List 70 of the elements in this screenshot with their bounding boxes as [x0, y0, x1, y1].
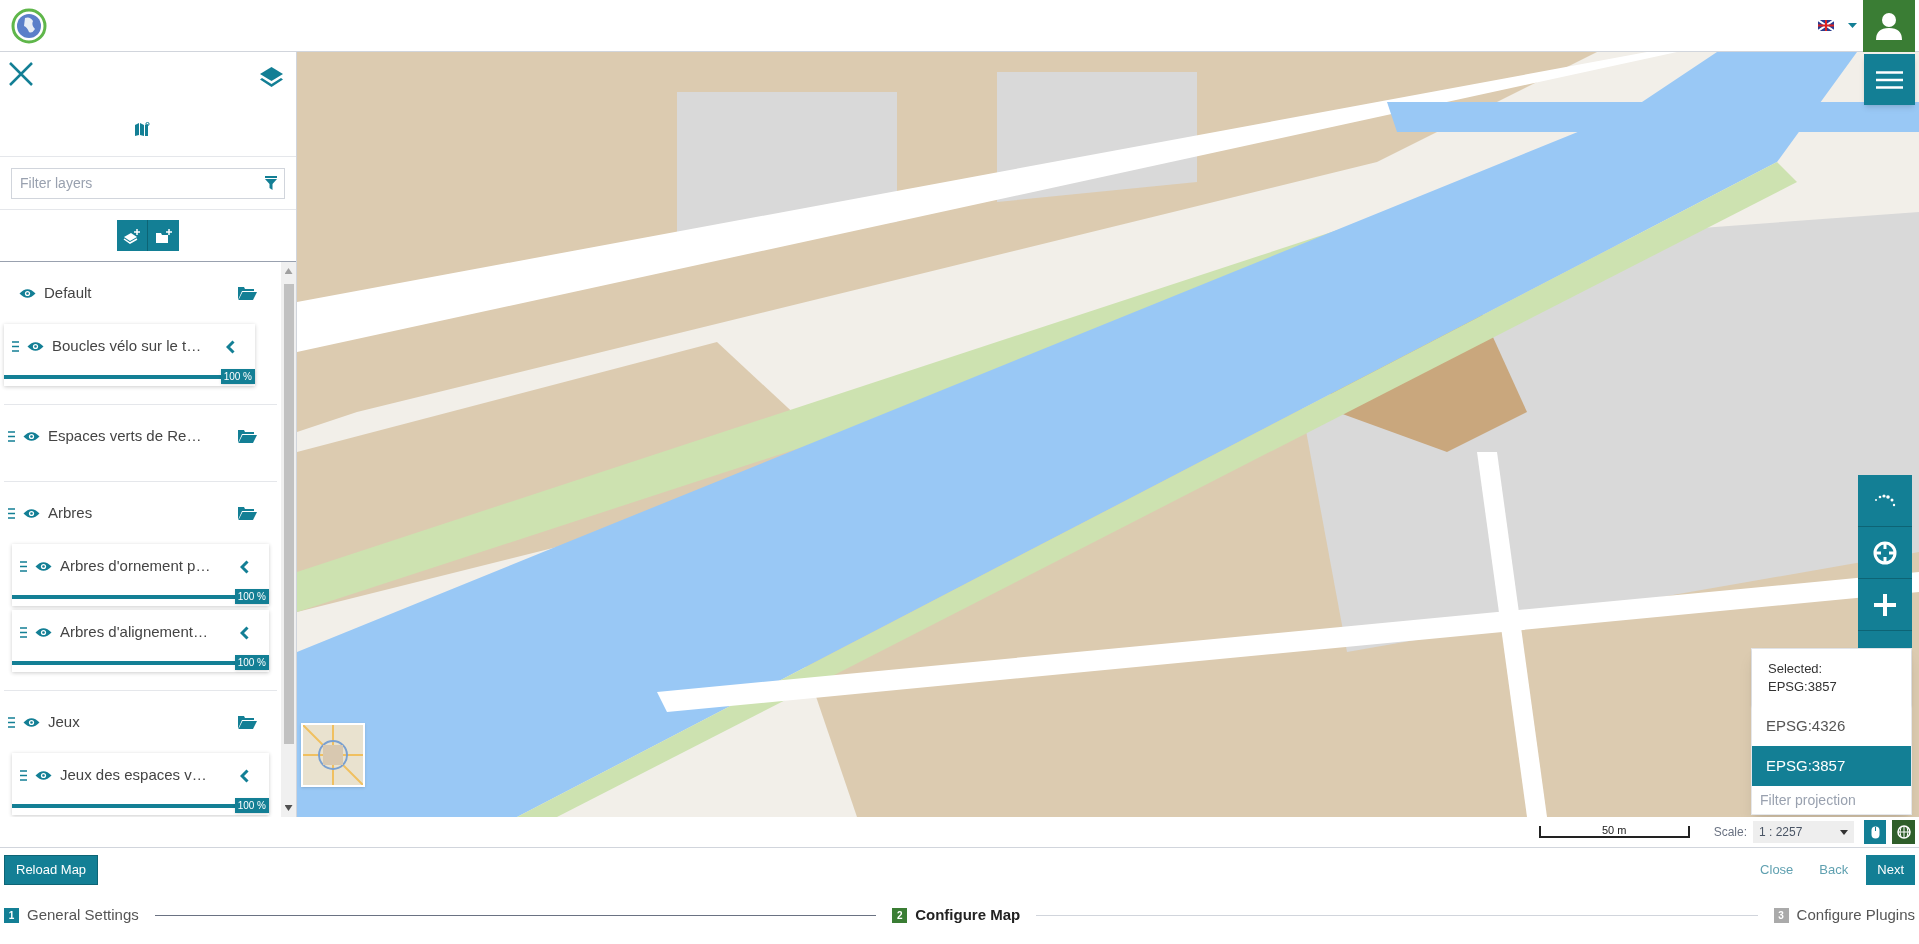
eye-icon[interactable]	[23, 716, 40, 728]
globe-button[interactable]	[1892, 820, 1915, 844]
folder-icon[interactable]	[238, 286, 257, 300]
drag-handle-icon[interactable]	[8, 430, 15, 442]
folder-icon[interactable]	[238, 715, 257, 729]
drag-handle-icon[interactable]	[8, 716, 15, 728]
eye-icon[interactable]	[27, 341, 44, 352]
scale-label: Scale:	[1713, 824, 1747, 841]
opacity-badge: 100 %	[220, 369, 255, 384]
folder-icon[interactable]	[238, 506, 257, 520]
mouse-icon	[1870, 825, 1880, 839]
chevron-left-icon[interactable]	[240, 625, 249, 640]
reload-map-button[interactable]: Reload Map	[4, 855, 99, 885]
user-icon	[1874, 10, 1904, 41]
scrollbar[interactable]	[281, 262, 296, 817]
eye-icon[interactable]	[35, 627, 52, 638]
opacity-slider[interactable]	[12, 660, 235, 665]
layers-icon[interactable]	[259, 65, 284, 89]
eye-icon[interactable]	[23, 507, 40, 519]
opacity-badge: 100 %	[234, 589, 269, 604]
add-layer-button[interactable]	[117, 220, 148, 251]
layer-label[interactable]: Boucles vélo sur le t…	[52, 335, 202, 358]
flag-icon[interactable]	[1818, 20, 1834, 31]
step-number: 1	[4, 907, 19, 923]
chevron-left-icon[interactable]	[240, 768, 249, 783]
caret-icon	[1840, 829, 1848, 835]
filter-icon[interactable]	[265, 175, 277, 190]
user-button[interactable]	[1863, 0, 1915, 52]
close-icon[interactable]	[9, 62, 33, 86]
scale-select[interactable]: 1 : 2257	[1753, 821, 1854, 843]
step-number: 2	[892, 907, 908, 923]
drag-handle-icon[interactable]	[20, 561, 27, 572]
layer-group-label[interactable]: Espaces verts de Re…	[48, 424, 202, 448]
mouse-button[interactable]	[1864, 820, 1886, 844]
add-group-button[interactable]	[148, 220, 179, 251]
opacity-slider[interactable]	[4, 374, 221, 379]
caret-icon[interactable]	[1848, 23, 1857, 28]
layer-group-label[interactable]: Default	[44, 281, 92, 305]
drag-handle-icon[interactable]	[12, 341, 19, 352]
eye-icon[interactable]	[35, 561, 52, 572]
drag-handle-icon[interactable]	[20, 770, 27, 781]
layer-label[interactable]: Arbres d'alignement…	[60, 621, 208, 644]
drag-handle-icon[interactable]	[8, 507, 15, 519]
folder-icon[interactable]	[238, 429, 257, 443]
chevron-left-icon[interactable]	[240, 559, 249, 574]
drag-handle-icon[interactable]	[20, 627, 27, 638]
chevron-left-icon[interactable]	[226, 339, 235, 354]
step-label[interactable]: General Settings	[27, 903, 139, 927]
globe-logo-icon[interactable]	[11, 7, 47, 44]
eye-icon[interactable]	[19, 287, 36, 299]
globe-icon	[1896, 825, 1911, 839]
add-folder-icon	[154, 227, 173, 244]
layer-label[interactable]: Jeux des espaces v…	[60, 764, 207, 787]
step-label[interactable]: Configure Plugins	[1796, 903, 1915, 927]
opacity-badge: 100 %	[234, 798, 269, 813]
map-icon[interactable]	[135, 122, 150, 136]
step-label[interactable]: Configure Map	[915, 903, 1021, 927]
opacity-badge: 100 %	[234, 655, 269, 670]
add-layer-icon	[123, 227, 141, 244]
layer-group-label[interactable]: Arbres	[48, 501, 93, 525]
layer-group-label[interactable]: Jeux	[48, 710, 80, 734]
eye-icon[interactable]	[35, 770, 52, 781]
next-button[interactable]: Next	[1866, 855, 1915, 885]
filter-layers-field[interactable]: Filter layers	[11, 167, 285, 199]
opacity-slider[interactable]	[12, 803, 235, 808]
opacity-slider[interactable]	[12, 594, 235, 599]
layer-label[interactable]: Arbres d'ornement p…	[60, 555, 211, 578]
scale-bar: 50 m	[1538, 826, 1690, 838]
step-number: 3	[1773, 907, 1789, 923]
eye-icon[interactable]	[23, 430, 40, 442]
